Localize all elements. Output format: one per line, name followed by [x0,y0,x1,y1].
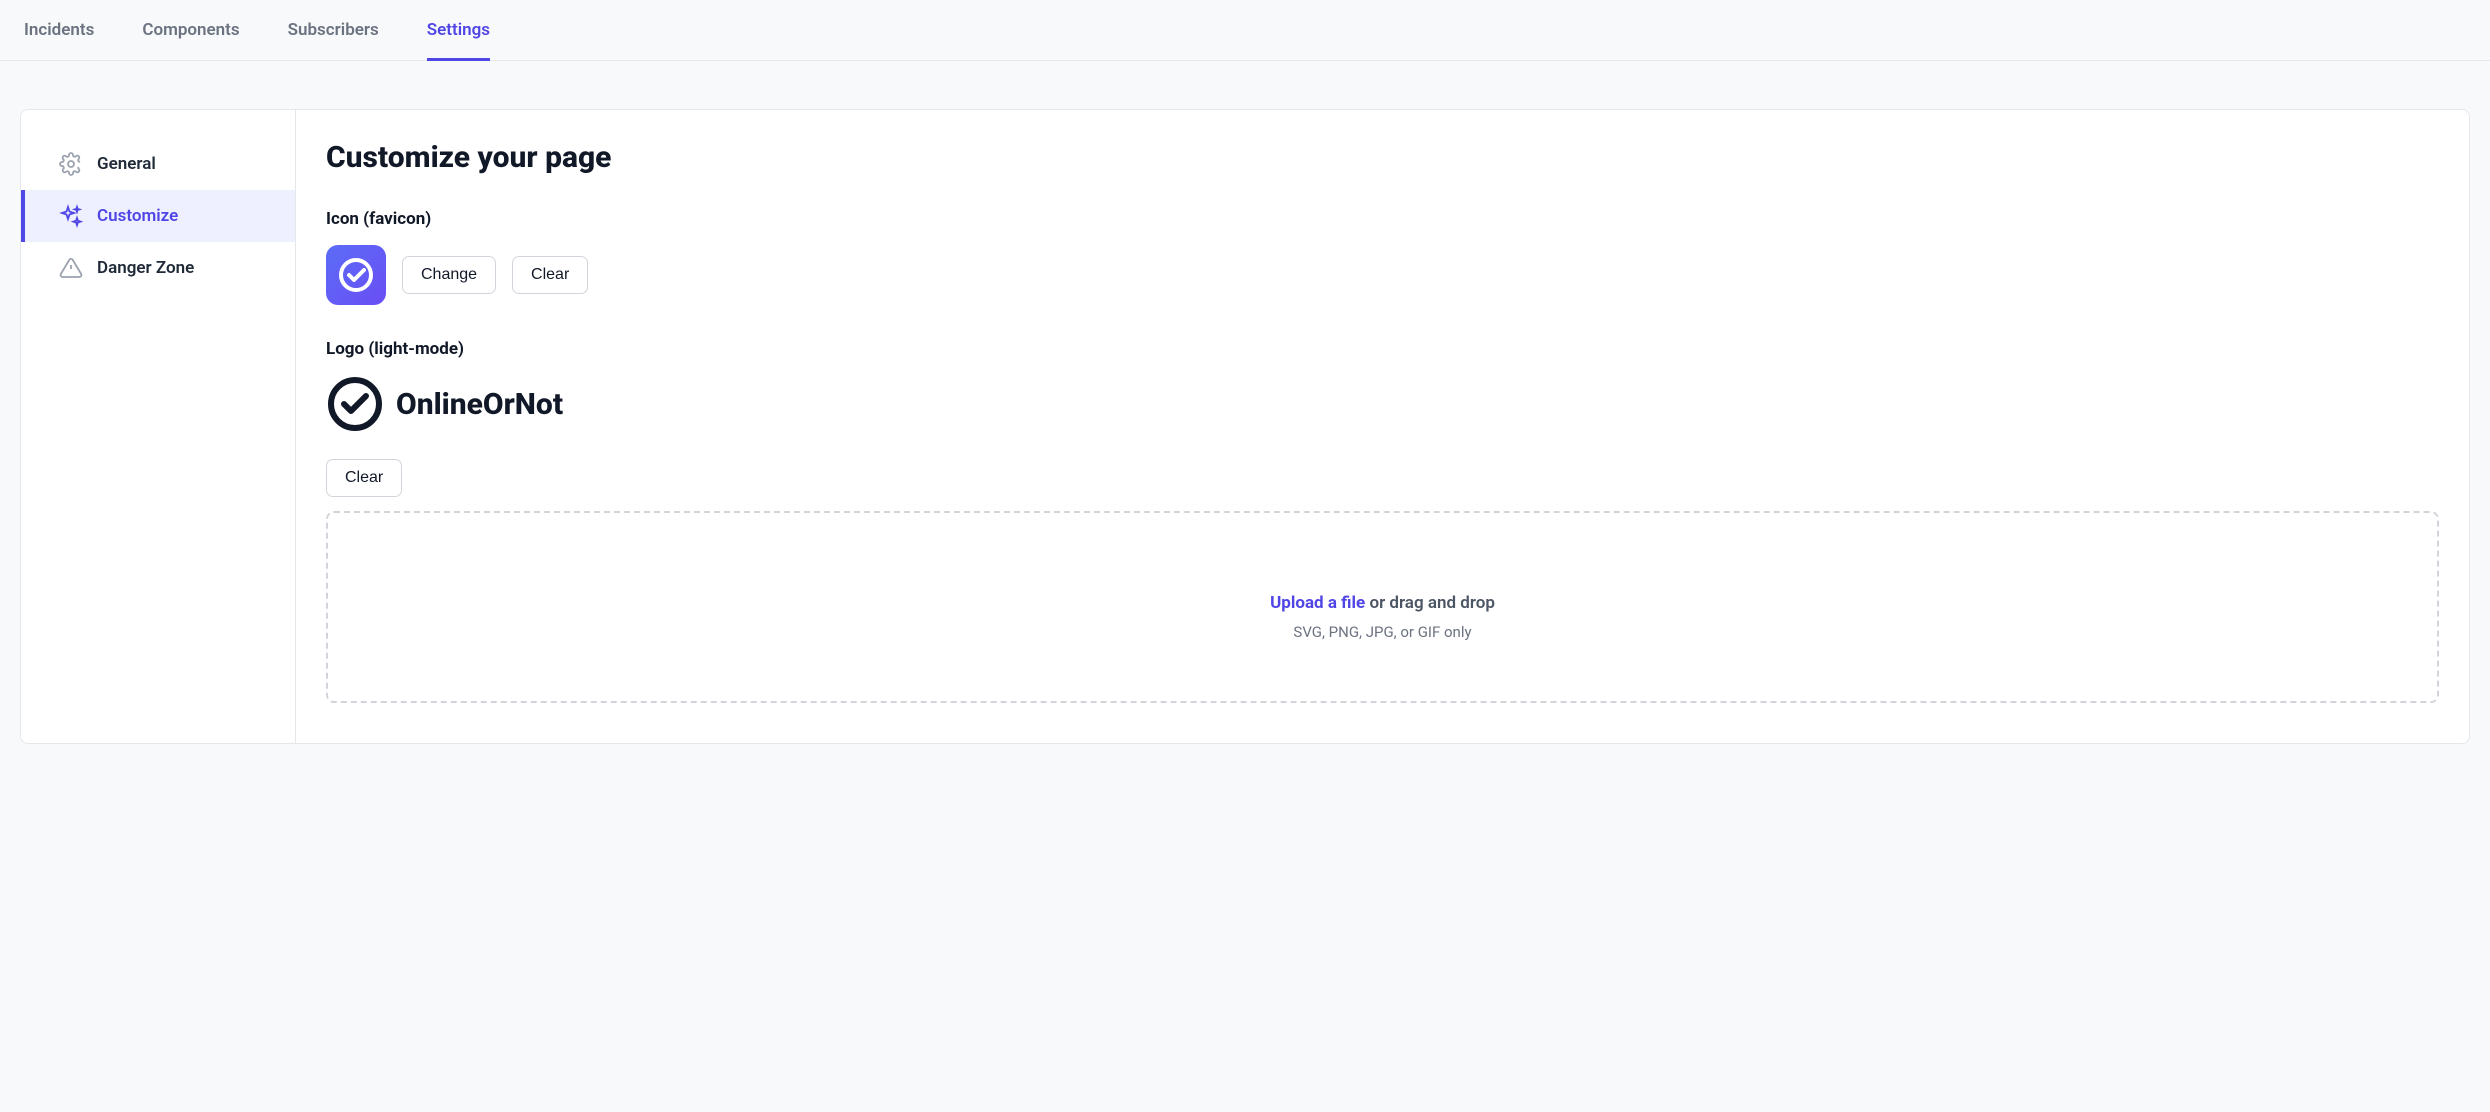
dropzone-drag-text: or drag and drop [1365,593,1495,613]
sidebar-item-general[interactable]: General [21,138,295,190]
sidebar-item-danger-zone[interactable]: Danger Zone [21,242,295,294]
tab-subscribers[interactable]: Subscribers [288,20,379,61]
tab-components[interactable]: Components [142,20,239,61]
favicon-preview [326,245,386,305]
check-circle-icon [326,375,384,433]
favicon-row: Change Clear [326,245,2439,305]
change-favicon-button[interactable]: Change [402,256,496,294]
tab-incidents[interactable]: Incidents [24,20,94,61]
dropzone-text: Upload a file or drag and drop [348,593,2417,613]
favicon-label: Icon (favicon) [326,209,2439,229]
dropzone-hint: SVG, PNG, JPG, or GIF only [348,623,2417,641]
warning-icon [59,256,83,280]
tab-settings[interactable]: Settings [427,20,490,61]
sidebar-item-customize[interactable]: Customize [21,190,295,242]
sidebar-item-label: Danger Zone [97,258,194,278]
sidebar-item-label: General [97,154,156,174]
logo-brand-text: OnlineOrNot [396,387,563,422]
settings-sidebar: General Customize Danger Zone [21,110,296,743]
upload-file-link[interactable]: Upload a file [1270,593,1365,613]
clear-logo-button[interactable]: Clear [326,459,402,497]
check-circle-icon [336,255,376,295]
content-area: Customize your page Icon (favicon) Chang… [296,110,2469,743]
logo-preview: OnlineOrNot [326,375,2439,433]
sidebar-item-label: Customize [97,206,178,226]
logo-upload-dropzone[interactable]: Upload a file or drag and drop SVG, PNG,… [326,511,2439,703]
clear-favicon-button[interactable]: Clear [512,256,588,294]
page-title: Customize your page [326,140,2439,175]
sparkles-icon [59,204,83,228]
main-panel: General Customize Danger Zone [20,109,2470,744]
top-tabs: Incidents Components Subscribers Setting… [0,0,2490,61]
gear-icon [59,152,83,176]
logo-label: Logo (light-mode) [326,339,2439,359]
